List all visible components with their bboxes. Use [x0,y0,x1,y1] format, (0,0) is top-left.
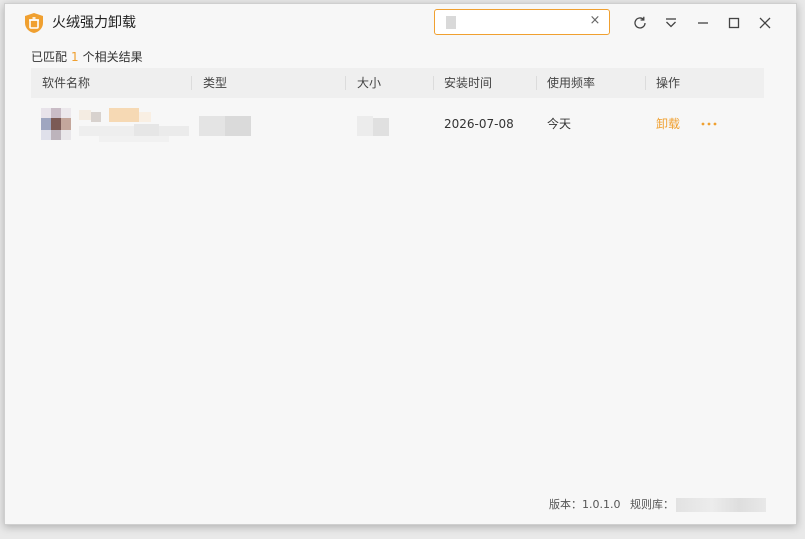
search-input[interactable] [447,13,577,31]
maximize-icon [728,17,740,29]
menu-icon [666,18,676,28]
result-summary: 已匹配 1 个相关结果 [31,48,143,66]
column-header-type[interactable]: 类型 [203,68,227,98]
column-divider [345,76,346,90]
column-header-name[interactable]: 软件名称 [42,68,90,98]
usage-frequency: 今天 [547,117,572,131]
menu-button[interactable] [659,11,683,35]
uninstall-button[interactable]: 卸载 [656,100,680,148]
rules-version-blur [676,498,766,512]
column-header-frequency[interactable]: 使用频率 [547,68,595,98]
maximize-button[interactable] [722,11,746,35]
column-header-install-time[interactable]: 安装时间 [444,68,492,98]
search-box[interactable]: × [434,9,610,35]
app-type-blur [199,116,251,136]
column-header-action: 操作 [656,76,681,90]
install-date: 2026-07-08 [444,117,514,131]
table-header: 软件名称 类型 大小 安装时间 使用频率 操作 [31,68,764,98]
column-divider [191,76,192,90]
summary-prefix: 已匹配 [31,50,68,64]
app-size-blur [357,116,389,136]
column-divider [433,76,434,90]
refresh-icon [634,16,646,29]
column-header-size[interactable]: 大小 [357,68,381,98]
column-divider [645,76,646,90]
app-name-blur [79,106,189,144]
app-window: 火绒强力卸载 × 已匹配 1 个相关结果 软件名称 类型 大小 安装时间 使用频… [4,3,797,525]
app-title: 火绒强力卸载 [52,15,136,31]
close-button[interactable] [753,11,777,35]
title-bar: 火绒强力卸载 × [5,4,796,42]
result-count: 1 [71,50,79,64]
app-icon [41,108,71,140]
column-divider [536,76,537,90]
search-clear-icon[interactable]: × [587,13,603,29]
rules-label: 规则库： [630,498,674,511]
status-footer: 版本：1.0.1.0 规则库： [549,497,766,513]
more-button[interactable] [699,118,719,130]
minimize-icon [698,22,708,24]
more-dots-icon [701,122,717,126]
shield-trash-icon [25,13,43,33]
version-label: 版本：1.0.1.0 [549,498,621,511]
minimize-button[interactable] [691,11,715,35]
close-icon [759,17,771,29]
table-row[interactable]: 2026-07-08 今天 卸载 [31,100,764,148]
summary-suffix: 个相关结果 [82,50,143,64]
refresh-button[interactable] [628,11,652,35]
